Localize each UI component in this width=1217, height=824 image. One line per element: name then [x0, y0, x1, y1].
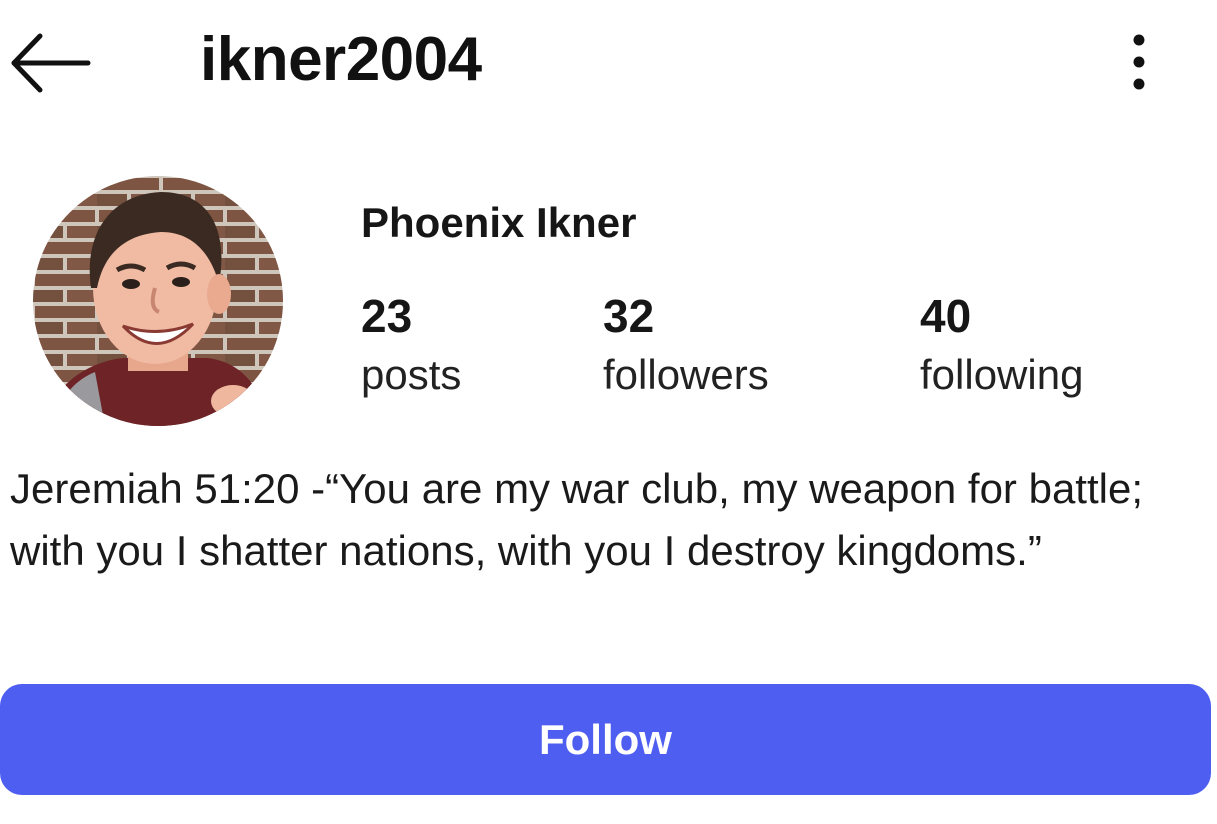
profile-bio: Jeremiah 51:20 -“You are my war club, my… — [10, 465, 1143, 574]
back-button[interactable] — [8, 30, 94, 96]
follow-button[interactable]: Follow — [0, 684, 1211, 795]
stat-posts-count: 23 — [361, 290, 413, 342]
more-options-button[interactable] — [1116, 30, 1162, 94]
stat-followers-label: followers — [603, 351, 769, 398]
avatar[interactable] — [33, 176, 283, 426]
back-arrow-icon — [11, 33, 91, 93]
display-name: Phoenix Ikner — [361, 199, 637, 246]
top-bar: ikner2004 — [0, 0, 1217, 120]
stat-following[interactable]: 40 following — [920, 288, 1083, 400]
stat-following-count: 40 — [920, 290, 972, 342]
more-vertical-icon — [1133, 34, 1145, 90]
profile-photo — [33, 176, 283, 426]
stat-followers[interactable]: 32 followers — [603, 288, 769, 400]
stat-posts[interactable]: 23 posts — [361, 288, 461, 400]
profile-screen: ikner2004 Phoenix Ikner 23 posts 32 foll… — [0, 0, 1217, 824]
stat-following-label: following — [920, 351, 1084, 398]
stat-posts-label: posts — [361, 351, 462, 398]
profile-username: ikner2004 — [200, 25, 482, 94]
stat-followers-count: 32 — [603, 290, 655, 342]
